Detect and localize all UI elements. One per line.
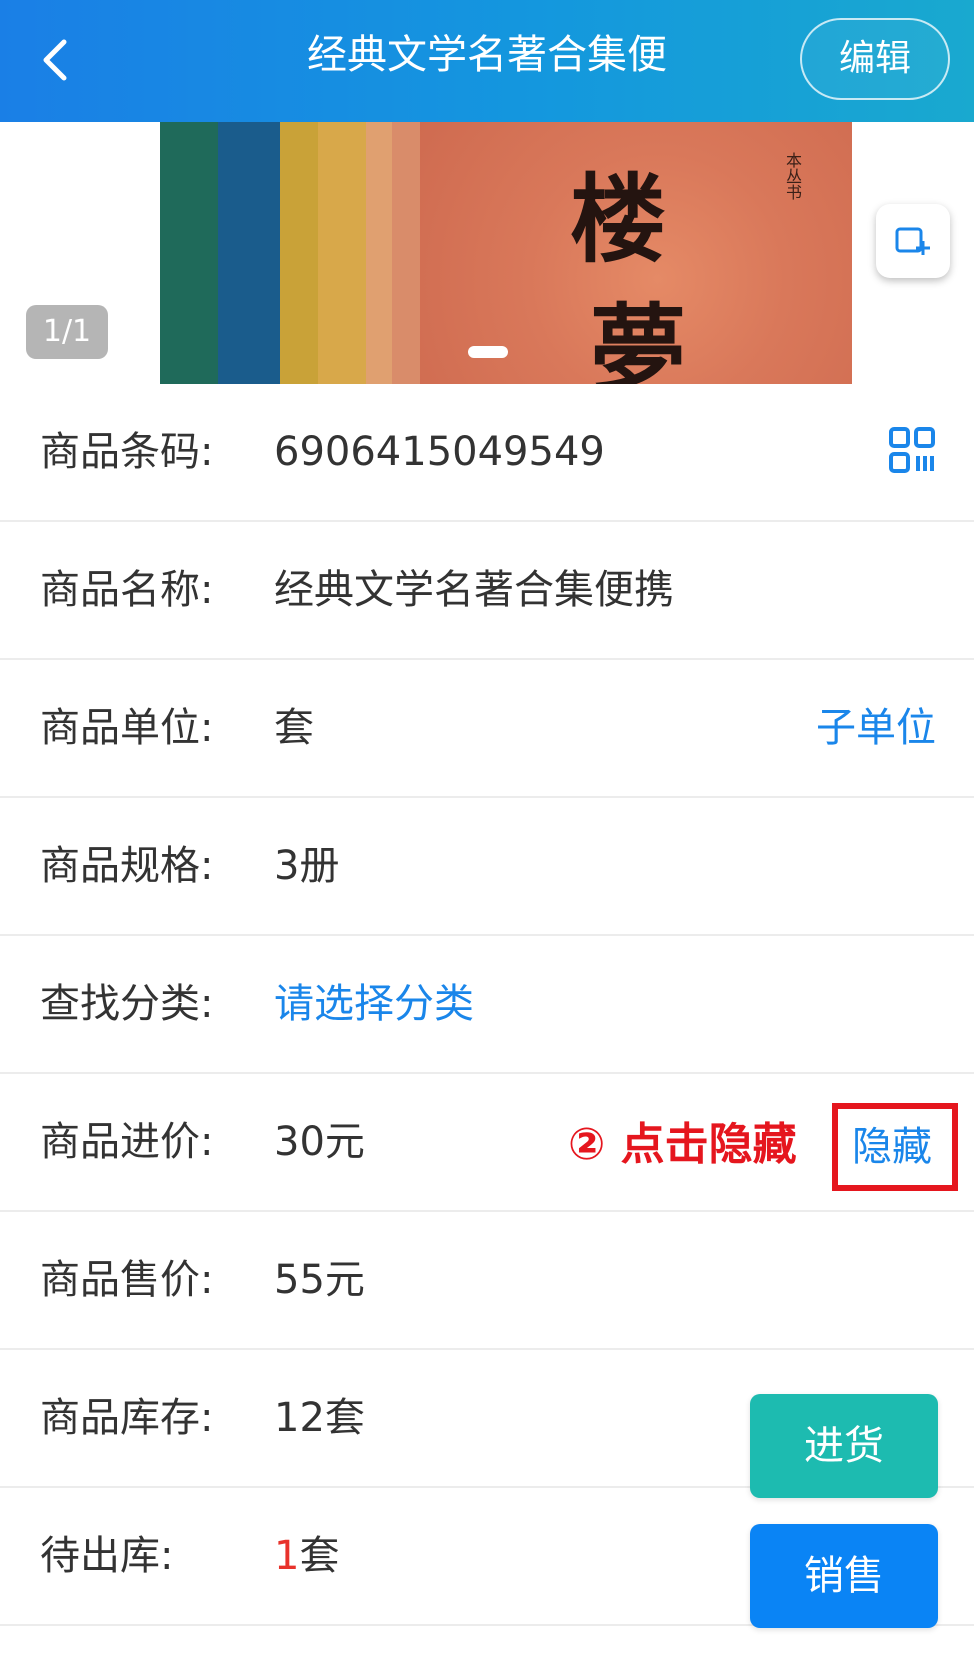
- tutorial-annotation: ② 点击隐藏: [568, 1119, 797, 1170]
- page-title: 经典文学名著合集便: [307, 32, 667, 78]
- pending-outbound-value: 1套: [274, 1488, 339, 1624]
- cost-price-row: 商品进价: 30元: [0, 1074, 974, 1212]
- stock-value: 12套: [274, 1395, 365, 1441]
- book-spine: [318, 122, 366, 384]
- add-photo-icon: [895, 227, 930, 255]
- product-name-label: 商品名称:: [40, 567, 214, 613]
- unit-value: 套: [274, 705, 314, 751]
- product-detail-page: 经典文学名著合集便 编辑 楼 夢 本丛书 1/1 商品条码: 690641504…: [0, 0, 974, 1666]
- restock-button[interactable]: 进货: [750, 1394, 938, 1498]
- sale-price-value: 55元: [274, 1257, 365, 1303]
- product-name-row: 商品名称: 经典文学名著合集便携: [0, 522, 974, 660]
- book-spine: [366, 122, 392, 384]
- cover-calligraphy: 楼: [570, 163, 666, 276]
- image-page-counter: 1/1: [26, 305, 108, 359]
- book-cover: 楼 夢 本丛书: [420, 122, 852, 384]
- cost-price-value: 30元: [274, 1119, 365, 1165]
- select-category-link[interactable]: 请选择分类: [274, 936, 474, 1072]
- category-row: 查找分类: 请选择分类: [0, 936, 974, 1074]
- barcode-row: 商品条码: 6906415049549: [0, 384, 974, 522]
- book-spine: [218, 122, 280, 384]
- hide-cost-price-link[interactable]: 隐藏: [852, 1110, 932, 1184]
- stock-label: 商品库存:: [40, 1395, 214, 1441]
- carousel-dot-indicator: [468, 346, 508, 358]
- barcode-label: 商品条码:: [40, 429, 214, 475]
- back-button[interactable]: [28, 30, 88, 90]
- sale-price-label: 商品售价:: [40, 1257, 214, 1303]
- book-spine: [392, 122, 420, 384]
- pending-outbound-qty: 1: [274, 1533, 300, 1579]
- edit-button[interactable]: 编辑: [800, 18, 950, 100]
- top-app-bar: 经典文学名著合集便 编辑: [0, 0, 974, 122]
- product-name-value: 经典文学名著合集便携: [274, 567, 674, 613]
- cover-series-text: 本丛书: [783, 152, 802, 200]
- book-spine: [160, 122, 218, 384]
- chevron-left-icon: [43, 39, 67, 81]
- product-photo: 楼 夢 本丛书: [160, 122, 852, 384]
- category-label: 查找分类:: [40, 981, 214, 1027]
- add-image-button[interactable]: [876, 204, 950, 278]
- pending-outbound-label: 待出库:: [40, 1533, 174, 1579]
- qr-code-icon[interactable]: [888, 426, 936, 474]
- product-image-gallery[interactable]: 楼 夢 本丛书 1/1: [0, 122, 974, 384]
- sub-unit-link[interactable]: 子单位: [816, 660, 936, 796]
- sale-price-row: 商品售价: 55元: [0, 1212, 974, 1350]
- unit-label: 商品单位:: [40, 705, 214, 751]
- barcode-value: 6906415049549: [274, 429, 605, 475]
- book-spine: [280, 122, 318, 384]
- spec-row: 商品规格: 3册: [0, 798, 974, 936]
- pending-outbound-unit: 套: [299, 1533, 340, 1579]
- unit-row: 商品单位: 套 子单位: [0, 660, 974, 798]
- sell-button[interactable]: 销售: [750, 1524, 938, 1628]
- cover-calligraphy: 夢: [590, 293, 686, 384]
- cost-price-label: 商品进价:: [40, 1119, 214, 1165]
- spec-value: 3册: [274, 843, 340, 889]
- spec-label: 商品规格:: [40, 843, 214, 889]
